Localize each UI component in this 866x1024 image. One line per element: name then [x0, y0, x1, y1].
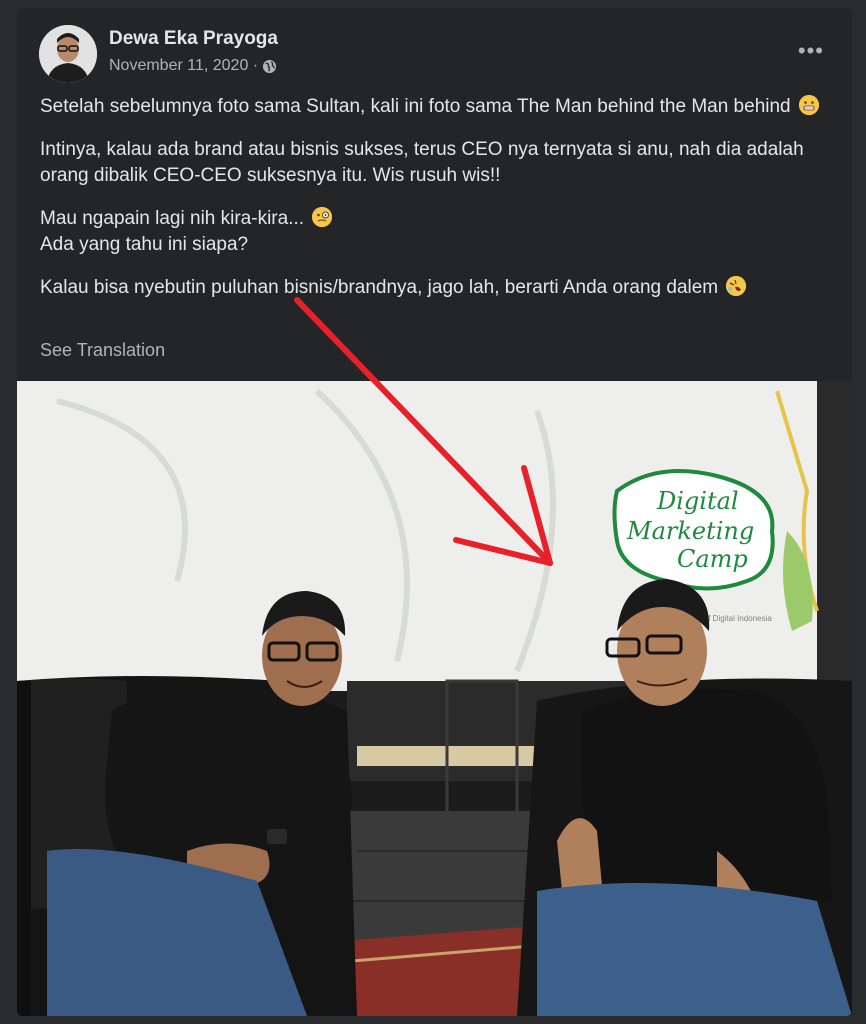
rofl-emoji-icon [726, 276, 747, 296]
more-options-button[interactable]: ••• [798, 38, 824, 64]
globe-icon [263, 59, 277, 73]
post-paragraph-4: Ada yang tahu ini siapa? [40, 234, 249, 255]
post-text: Setelah sebelumnya foto sama Sultan, kal… [40, 94, 830, 318]
author-avatar[interactable] [39, 25, 97, 83]
post-paragraph-1: Setelah sebelumnya foto sama Sultan, kal… [40, 96, 791, 117]
avatar-photo [39, 25, 97, 83]
banner-text-camp: Camp [677, 545, 748, 573]
author-name[interactable]: Dewa Eka Prayoga [109, 28, 278, 50]
post-paragraph-3: Mau ngapain lagi nih kira-kira... [40, 208, 305, 229]
banner-small-text: Of Digital Indonesia [702, 614, 772, 623]
banner-logo: Digital Marketing Camp [612, 469, 775, 591]
post-photo[interactable]: Digital Marketing Camp Of Digital Indone… [17, 381, 852, 1016]
banner-text-marketing: Marketing [626, 517, 754, 545]
post-photo-illustration: Digital Marketing Camp Of Digital Indone… [17, 381, 852, 1016]
banner-text-digital: Digital [656, 487, 739, 515]
post-paragraph-5: Kalau bisa nyebutin puluhan bisnis/brand… [40, 277, 719, 298]
see-translation-link[interactable]: See Translation [40, 340, 165, 361]
post-meta: November 11, 2020 · [109, 57, 277, 75]
facebook-post-card: Dewa Eka Prayoga November 11, 2020 · •••… [17, 8, 852, 1016]
grimacing-emoji-icon [798, 95, 819, 115]
page-frame: Dewa Eka Prayoga November 11, 2020 · •••… [0, 0, 866, 1024]
post-date[interactable]: November 11, 2020 · [109, 57, 258, 75]
post-paragraph-2: Intinya, kalau ada brand atau bisnis suk… [40, 139, 804, 186]
monocle-face-emoji-icon [312, 207, 333, 227]
